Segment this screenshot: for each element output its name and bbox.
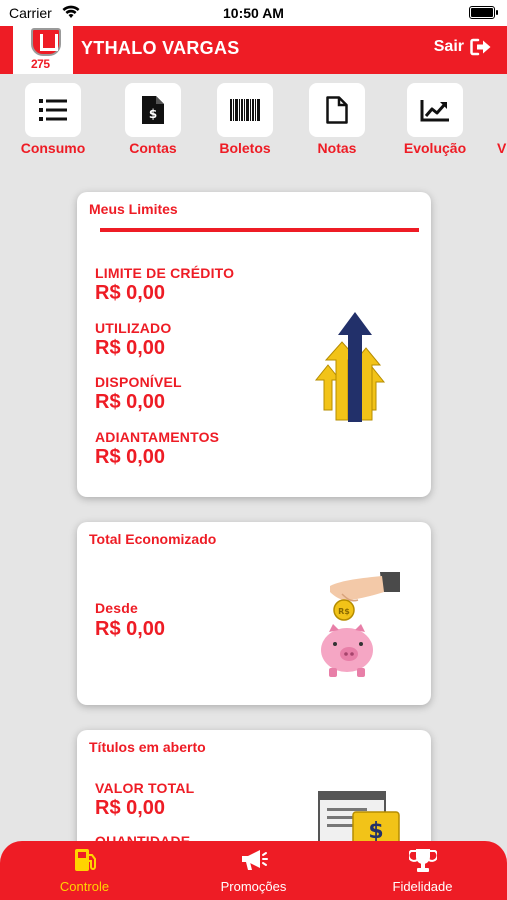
growth-arrows-icon — [314, 312, 386, 422]
trophy-icon — [407, 849, 438, 872]
available-label: DISPONÍVEL — [95, 374, 182, 390]
svg-text:$: $ — [149, 107, 157, 121]
logout-button[interactable]: Sair — [434, 38, 492, 56]
limits-title: Meus Limites — [89, 201, 178, 217]
invoice-dollar-icon: $ — [142, 96, 164, 124]
status-time: 10:50 AM — [223, 5, 284, 21]
used-label: UTILIZADO — [95, 320, 172, 336]
credit-limit-label: LIMITE DE CRÉDITO — [95, 265, 235, 281]
sign-out-icon — [470, 38, 491, 56]
list-icon — [39, 99, 67, 121]
nav-icon-box — [309, 83, 365, 137]
logo-number: 275 — [31, 57, 50, 71]
coin-text: R$ — [338, 607, 350, 616]
piggy-bank-icon — [321, 624, 373, 677]
nav-item-evolucao[interactable]: Evolução — [395, 83, 475, 156]
nav-label: Consumo — [20, 140, 86, 156]
nav-item-contas[interactable]: $ Contas — [113, 83, 193, 156]
savings-title: Total Economizado — [89, 531, 217, 547]
shortcut-nav: Consumo $ Contas Boletos Notas Evolução … — [0, 74, 507, 166]
nav-icon-box — [217, 83, 273, 137]
credit-limit-value: R$ 0,00 — [95, 282, 166, 304]
nav-icon-box: $ — [125, 83, 181, 137]
nav-label: Boletos — [219, 140, 271, 156]
open-titles-title: Títulos em aberto — [89, 739, 206, 755]
status-bar: Carrier 10:50 AM — [0, 0, 507, 26]
tab-fidelidade[interactable]: Fidelidade — [338, 847, 507, 894]
chart-line-icon — [420, 100, 449, 122]
nav-item-notas[interactable]: Notas — [297, 83, 377, 156]
tab-label: Controle — [59, 879, 110, 894]
used-value: R$ 0,00 — [95, 337, 166, 359]
nav-item-consumo[interactable]: Consumo — [13, 83, 93, 156]
nav-label: Notas — [317, 140, 357, 156]
app-header: 275 YTHALO VARGAS Sair — [0, 26, 507, 74]
tab-label: Fidelidade — [392, 879, 453, 894]
nav-label: Contas — [129, 140, 177, 156]
document-icon — [326, 96, 348, 124]
barcode-icon — [230, 99, 260, 121]
savings-since-label: Desde — [95, 600, 139, 616]
savings-card: Total Economizado Desde R$ 0,00 R$ — [77, 522, 431, 705]
gas-pump-icon — [74, 849, 96, 871]
nav-icon-box — [25, 83, 81, 137]
available-value: R$ 0,00 — [95, 391, 166, 413]
limits-divider — [100, 228, 419, 232]
logout-label: Sair — [433, 38, 464, 55]
nav-item-boletos[interactable]: Boletos — [205, 83, 285, 156]
nav-item-partial[interactable]: V — [497, 83, 507, 156]
user-name: YTHALO VARGAS — [81, 38, 240, 58]
total-value: R$ 0,00 — [95, 797, 166, 819]
advances-value: R$ 0,00 — [95, 446, 166, 468]
megaphone-icon — [241, 850, 268, 870]
tab-controle[interactable]: Controle — [0, 847, 169, 894]
tab-label: Promoções — [220, 879, 287, 894]
hand-coin-icon: R$ — [330, 572, 400, 621]
advances-label: ADIANTAMENTOS — [95, 429, 220, 445]
nav-label: Evolução — [403, 140, 467, 156]
battery-icon — [469, 6, 498, 19]
savings-value: R$ 0,00 — [95, 618, 166, 640]
company-logo: 275 — [13, 26, 73, 74]
logo-shield-icon — [31, 28, 61, 56]
nav-label-partial: V — [497, 140, 507, 156]
nav-icon-box — [407, 83, 463, 137]
tab-promocoes[interactable]: Promoções — [169, 847, 338, 894]
bottom-tab-bar: Controle Promoções Fidelidade — [0, 841, 507, 900]
total-value-label: VALOR TOTAL — [95, 780, 195, 796]
limits-card: Meus Limites LIMITE DE CRÉDITO R$ 0,00 U… — [77, 192, 431, 497]
